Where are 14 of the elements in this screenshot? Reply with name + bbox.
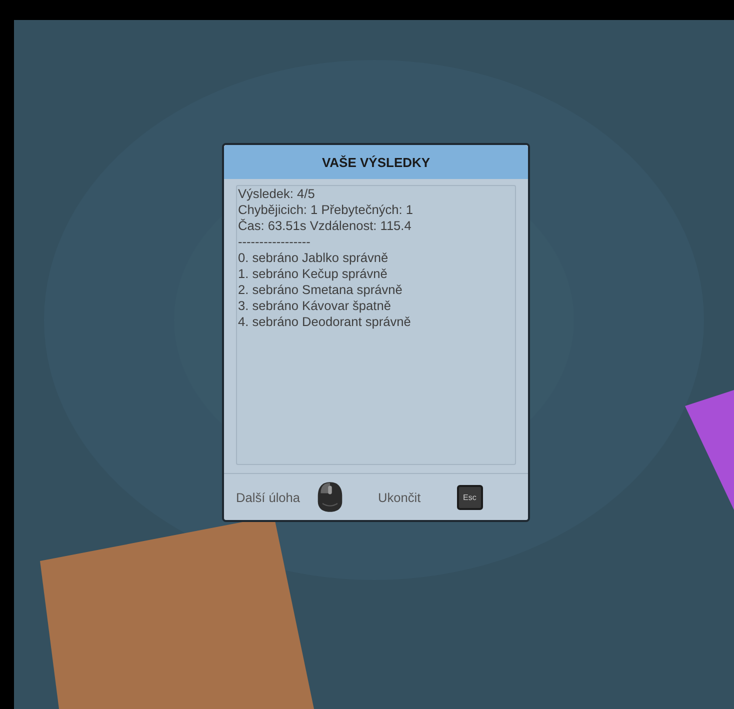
hint-label: Další úloha	[236, 490, 300, 504]
result-line: Výsledek: 4/5	[238, 186, 316, 202]
result-line: Chybějicich: 1 Přebytečných: 1	[238, 202, 414, 218]
result-line: -----------------	[238, 234, 312, 250]
dialog-title: VAŠE VÝSLEDKY	[224, 145, 528, 179]
result-line: 3. sebráno Kávovar špatně	[238, 298, 392, 314]
mouse-icon	[316, 481, 344, 513]
result-line: Čas: 63.51s Vzdálenost: 115.4	[238, 218, 412, 234]
result-line: 4. sebráno Deodorant správně	[238, 314, 412, 330]
hint-label: Ukončit	[378, 490, 421, 504]
result-line: 2. sebráno Smetana správně	[238, 282, 404, 298]
result-line: 0. sebráno Jablko správně	[238, 250, 390, 266]
result-line: 1. sebráno Kečup správně	[238, 266, 388, 282]
esc-key-icon: Esc	[456, 484, 483, 510]
